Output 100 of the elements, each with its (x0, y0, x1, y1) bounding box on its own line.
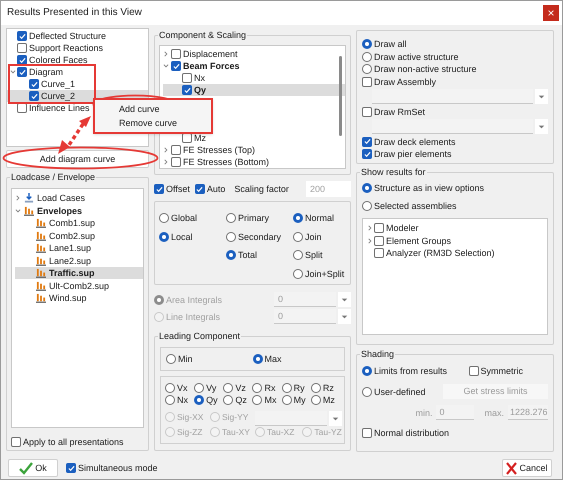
checkbox[interactable] (171, 145, 181, 155)
chevron-right-icon[interactable] (367, 225, 373, 231)
checkbox[interactable] (171, 49, 181, 59)
checkbox[interactable] (194, 184, 205, 194)
tree-row[interactable]: Nx (163, 72, 345, 84)
radio-button[interactable] (362, 201, 372, 211)
checkbox[interactable] (17, 55, 27, 65)
checkbox[interactable] (171, 61, 181, 71)
tree-row[interactable]: Qy (163, 84, 345, 96)
checkbox[interactable] (17, 103, 27, 113)
radio-button[interactable] (165, 395, 175, 405)
radio-button[interactable] (165, 412, 175, 422)
chevron-down-icon[interactable] (10, 69, 16, 75)
radio-button[interactable] (223, 383, 234, 393)
tree-row[interactable]: Comb2.sup (15, 230, 143, 242)
tree-row[interactable]: Traffic.sup (15, 267, 143, 279)
chevron-down-icon[interactable] (163, 63, 169, 69)
radio-button[interactable] (252, 354, 262, 364)
checkbox[interactable] (468, 366, 478, 376)
chevron-right-icon[interactable] (15, 195, 21, 201)
radio-button[interactable] (293, 232, 303, 242)
tree-row[interactable]: Comb1.sup (15, 217, 143, 229)
radio-button[interactable] (165, 427, 175, 437)
checkbox[interactable] (11, 437, 21, 447)
radio-button[interactable] (282, 383, 292, 393)
radio-button[interactable] (223, 395, 234, 405)
checkbox[interactable] (362, 106, 372, 116)
checkbox[interactable] (17, 67, 27, 77)
bar-chart-icon (24, 206, 34, 216)
radio-button[interactable] (159, 232, 169, 242)
scrollbar[interactable] (339, 56, 342, 136)
radio-button[interactable] (362, 52, 372, 62)
radio-button[interactable] (210, 412, 220, 422)
tree-row[interactable]: Wind.sup (15, 292, 143, 304)
radio-button[interactable] (159, 213, 169, 223)
checkbox[interactable] (154, 184, 164, 194)
menu-item[interactable]: Add curve (95, 102, 211, 116)
checkbox[interactable] (362, 428, 372, 438)
tree-row[interactable]: Lane2.sup (15, 254, 143, 266)
tree-label: Load Cases (37, 192, 86, 204)
chevron-down-icon[interactable] (15, 208, 21, 214)
tree-row[interactable]: Envelopes (15, 204, 143, 216)
checkbox[interactable] (182, 73, 192, 83)
radio-button[interactable] (165, 383, 175, 393)
menu-item[interactable]: Remove curve (95, 116, 211, 130)
radio-button[interactable] (226, 250, 236, 260)
cancel-button[interactable]: Cancel (502, 459, 552, 477)
close-button[interactable]: × (543, 5, 559, 21)
radio-button[interactable] (282, 395, 292, 405)
checkbox[interactable] (362, 136, 372, 146)
checkbox[interactable] (362, 76, 372, 86)
radio-button[interactable] (362, 64, 372, 74)
radio-button[interactable] (194, 395, 204, 405)
checkbox[interactable] (29, 91, 39, 101)
chevron-right-icon[interactable] (163, 147, 169, 153)
checkbox[interactable] (17, 31, 27, 41)
checkbox[interactable] (171, 157, 181, 167)
tree-row[interactable]: Ult-Comb2.sup (15, 280, 143, 292)
checkbox[interactable] (374, 223, 384, 233)
chevron-right-icon[interactable] (163, 51, 169, 57)
tree-row[interactable]: Lane1.sup (15, 242, 143, 254)
checkbox[interactable] (362, 149, 372, 159)
radio-button[interactable] (226, 232, 236, 242)
radio-button[interactable] (293, 268, 303, 278)
checkbox[interactable] (29, 79, 39, 89)
radio-button[interactable] (252, 383, 262, 393)
radio-button[interactable] (154, 294, 164, 304)
tree-label: Comb1.sup (49, 217, 96, 229)
radio-button[interactable] (302, 427, 312, 437)
tree-row[interactable]: Load Cases (15, 192, 143, 204)
radio-button[interactable] (310, 395, 321, 405)
checkbox[interactable] (17, 43, 27, 53)
radio-button[interactable] (362, 366, 372, 376)
radio-button[interactable] (194, 383, 204, 393)
radio-button[interactable] (226, 213, 236, 223)
radio-button[interactable] (166, 354, 176, 364)
checkbox-label: Curve_2 (41, 90, 76, 102)
chevron-right-icon[interactable] (367, 238, 373, 244)
radio-button[interactable] (293, 213, 303, 223)
checkbox[interactable] (374, 248, 384, 258)
ok-button[interactable]: Ok (8, 459, 58, 477)
radio-button[interactable] (362, 39, 372, 49)
checkbox[interactable] (182, 133, 192, 143)
radio-button[interactable] (252, 395, 262, 405)
radio-button[interactable] (293, 250, 303, 260)
checkbox[interactable] (182, 85, 192, 95)
radio-button[interactable] (210, 427, 220, 437)
radio-button[interactable] (310, 383, 321, 393)
radio-button[interactable] (362, 183, 372, 193)
checkbox[interactable] (374, 236, 384, 246)
tree-row[interactable]: Curve_1 (7, 78, 148, 90)
radio-button[interactable] (255, 427, 265, 437)
checkbox-label: Symmetric (480, 365, 523, 377)
radio-label: My (294, 394, 306, 406)
add-diagram-curve-button[interactable]: Add diagram curve (6, 150, 149, 168)
radio-button[interactable] (362, 386, 372, 396)
chevron-right-icon[interactable] (163, 159, 169, 165)
radio-button[interactable] (154, 312, 164, 322)
checkbox[interactable] (66, 463, 76, 473)
checkbox-label: Support Reactions (29, 42, 104, 54)
